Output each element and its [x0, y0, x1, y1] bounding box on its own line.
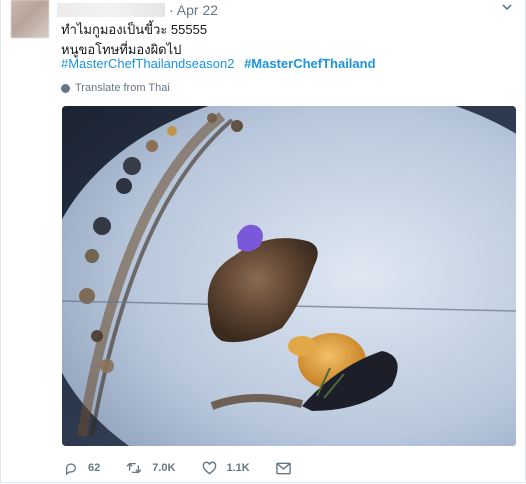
tweet-text-line-1: ทำไมกูมองเป็นขี้วะ 55555	[61, 22, 208, 37]
reply-button[interactable]: 62	[64, 461, 100, 475]
message-icon	[275, 462, 291, 474]
tweet-text: ทำไมกูมองเป็นขี้วะ 55555 หนูขอโทษที่มองผ…	[61, 20, 207, 60]
tweet-card[interactable]: · Apr 22 ทำไมกูมองเป็นขี้วะ 55555 หนูขอโ…	[0, 0, 526, 483]
retweet-count: 7.0K	[152, 462, 176, 474]
hashtag-link[interactable]: #MasterChefThailand	[244, 56, 375, 71]
like-button[interactable]: 1.1K	[202, 461, 250, 475]
like-count: 1.1K	[226, 462, 250, 474]
retweet-icon	[126, 462, 142, 474]
food-plate-image	[62, 106, 516, 446]
tweet-photo[interactable]	[62, 106, 516, 446]
reply-count: 62	[88, 462, 101, 474]
hashtag-link[interactable]: #MasterChefThailandseason2	[61, 56, 234, 71]
globe-icon	[61, 83, 70, 93]
tweet-actions: 62 7.0K 1.1K	[64, 459, 327, 477]
translate-label: Translate from Thai	[75, 82, 170, 94]
hashtags: #MasterChefThailandseason2 #MasterChefTh…	[61, 56, 376, 71]
username-redacted[interactable]	[57, 3, 165, 17]
direct-message-button[interactable]	[275, 462, 301, 475]
chevron-down-icon[interactable]	[501, 1, 513, 16]
heart-icon	[202, 461, 216, 475]
avatar[interactable]	[11, 0, 49, 38]
retweet-button[interactable]: 7.0K	[126, 461, 176, 475]
reply-icon	[65, 463, 77, 475]
translate-link[interactable]: Translate from Thai	[61, 82, 170, 94]
tweet-date[interactable]: · Apr 22	[169, 2, 218, 18]
